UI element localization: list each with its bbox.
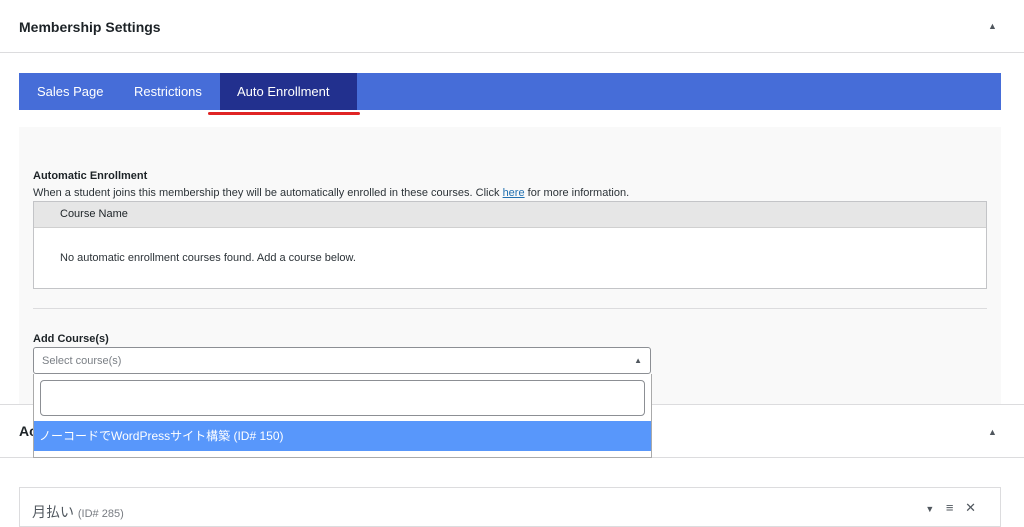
tab-bar: Sales Page Restrictions Auto Enrollment [19,73,1001,110]
tab-restrictions[interactable]: Restrictions [116,73,208,110]
info-link[interactable]: here [503,187,525,199]
tab-sales-page[interactable]: Sales Page [19,73,116,110]
plan-name-text: 月払い [32,504,74,520]
automatic-enrollment-heading: Automatic Enrollment [33,170,148,182]
expand-down-icon[interactable]: ▼ [925,504,934,514]
add-courses-label: Add Course(s) [33,333,109,345]
dropdown-search-input[interactable] [40,380,645,416]
close-icon[interactable]: ✕ [965,500,976,515]
caret-up-icon: ▲ [634,356,642,365]
description-text: When a student joins this membership the… [33,187,503,199]
divider [33,308,987,309]
courses-table: Course Name No automatic enrollment cour… [33,201,987,289]
description-text-end: for more information. [524,187,630,199]
course-select[interactable]: Select course(s) ▲ [33,347,651,374]
table-header-course-name: Course Name [34,202,986,228]
plan-actions: ▼ ≡ ✕ [917,500,976,516]
plan-id: (ID# 285) [77,508,124,520]
table-empty-message: No automatic enrollment courses found. A… [60,252,356,264]
automatic-enrollment-description: When a student joins this membership the… [33,187,629,199]
select-placeholder: Select course(s) [42,355,122,367]
plan-name: 月払い (ID# 285) [32,502,124,522]
collapse-up-icon[interactable]: ▲ [988,21,997,31]
course-dropdown: ノーコードでWordPressサイト構築 (ID# 150) [33,374,652,458]
section-title: Membership Settings [19,19,161,35]
plan-row[interactable]: 月払い (ID# 285) ▼ ≡ ✕ [19,487,1001,527]
annotation-underline [208,112,360,115]
drag-handle-icon[interactable]: ≡ [946,500,954,515]
collapse-up-icon[interactable]: ▲ [988,427,997,437]
dropdown-option[interactable]: ノーコードでWordPressサイト構築 (ID# 150) [34,421,651,451]
tab-auto-enrollment[interactable]: Auto Enrollment [220,73,357,110]
membership-settings-header: Membership Settings ▲ [0,0,1024,53]
